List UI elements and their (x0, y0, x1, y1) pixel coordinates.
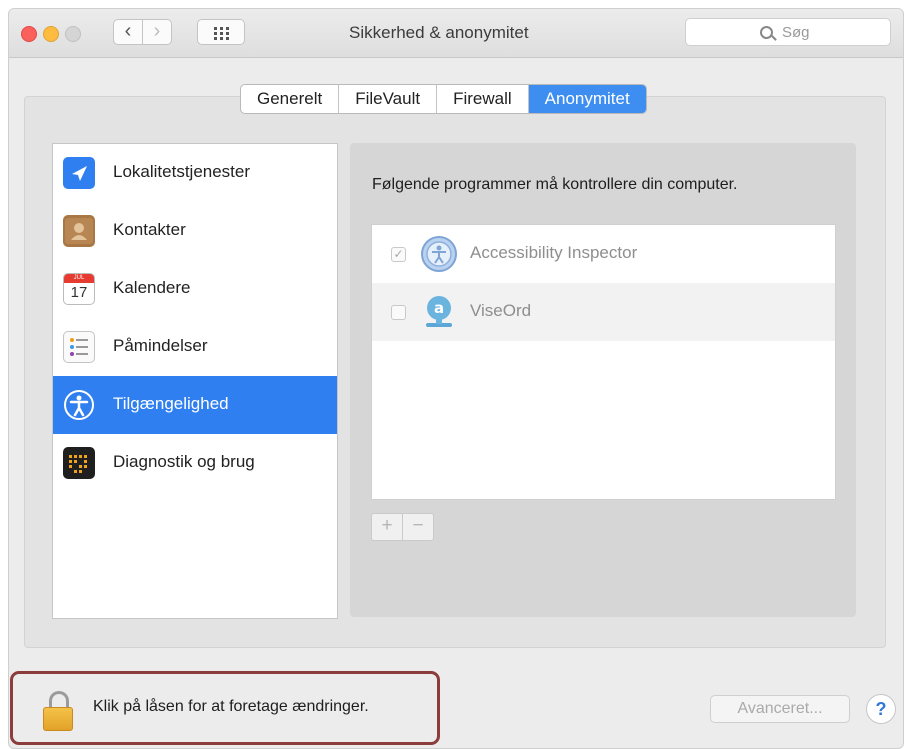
calendar-month: JUL (64, 274, 94, 283)
calendar-icon: JUL 17 (63, 273, 95, 305)
sidebar-item-label: Kalendere (113, 278, 191, 297)
window-title: Sikkerhed & anonymitet (349, 23, 529, 42)
title-bar: ‹ › Sikkerhed & anonymitet Søg (9, 9, 903, 58)
location-arrow-icon (63, 157, 95, 189)
chevron-right-icon: › (153, 20, 161, 42)
app-list: ✓ Accessibility Inspector a ViseOrd (371, 224, 836, 500)
viseord-icon: a (420, 293, 458, 331)
calendar-day: 17 (70, 284, 88, 301)
privacy-category-list: Lokalitetstjenester Kontakter JUL 17 Kal… (52, 143, 338, 619)
minimize-button[interactable] (43, 26, 59, 42)
search-field[interactable]: Søg (685, 18, 891, 46)
sidebar-item-location-services[interactable]: Lokalitetstjenester (53, 144, 337, 202)
search-icon (760, 26, 773, 39)
contacts-book-icon (63, 215, 95, 247)
tab-generelt[interactable]: Generelt (241, 85, 340, 113)
diagnostics-grid-icon (63, 447, 95, 479)
sidebar-item-label: Påmindelser (113, 336, 208, 355)
sidebar-item-calendars[interactable]: JUL 17 Kalendere (53, 260, 337, 318)
reminders-list-icon (63, 331, 95, 363)
sidebar-item-label: Diagnostik og brug (113, 452, 255, 471)
lock-icon[interactable] (43, 691, 75, 731)
accessibility-inspector-icon (420, 235, 458, 273)
show-all-button[interactable] (197, 19, 245, 45)
pane-description: Følgende programmer må kontrollere din c… (372, 176, 738, 193)
app-checkbox[interactable]: ✓ (391, 247, 406, 262)
search-placeholder: Søg (782, 24, 810, 41)
remove-button[interactable]: − (403, 514, 433, 540)
advanced-button[interactable]: Avanceret... (710, 695, 850, 723)
tab-anonymitet[interactable]: Anonymitet (528, 85, 646, 113)
svg-text:a: a (434, 299, 444, 317)
sidebar-item-diagnostics[interactable]: Diagnostik og brug (53, 434, 337, 492)
sidebar-item-reminders[interactable]: Påmindelser (53, 318, 337, 376)
accessibility-icon (63, 389, 95, 421)
add-remove-control: + − (371, 513, 434, 541)
add-button[interactable]: + (372, 514, 403, 540)
lock-message: Klik på låsen for at foretage ændringer. (93, 698, 369, 715)
close-button[interactable] (21, 26, 37, 42)
sidebar-item-accessibility[interactable]: Tilgængelighed (53, 376, 337, 434)
sidebar-item-label: Lokalitetstjenester (113, 162, 251, 181)
app-name: Accessibility Inspector (470, 243, 638, 262)
back-button[interactable]: ‹ (113, 19, 143, 45)
forward-button[interactable]: › (142, 19, 172, 45)
sidebar-item-label: Tilgængelighed (113, 394, 229, 413)
tab-filevault[interactable]: FileVault (339, 85, 438, 113)
list-item[interactable]: a ViseOrd (372, 283, 835, 341)
zoom-button[interactable] (65, 26, 81, 42)
app-checkbox[interactable] (391, 305, 406, 320)
lock-bar: Klik på låsen for at foretage ændringer. (10, 671, 440, 745)
tab-bar: Generelt FileVault Firewall Anonymitet (240, 84, 647, 114)
help-button[interactable]: ? (866, 694, 896, 724)
chevron-left-icon: ‹ (124, 20, 132, 42)
sidebar-item-contacts[interactable]: Kontakter (53, 202, 337, 260)
app-name: ViseOrd (470, 301, 532, 320)
tab-firewall[interactable]: Firewall (437, 85, 529, 113)
list-item[interactable]: ✓ Accessibility Inspector (372, 225, 835, 283)
sidebar-item-label: Kontakter (113, 220, 186, 239)
